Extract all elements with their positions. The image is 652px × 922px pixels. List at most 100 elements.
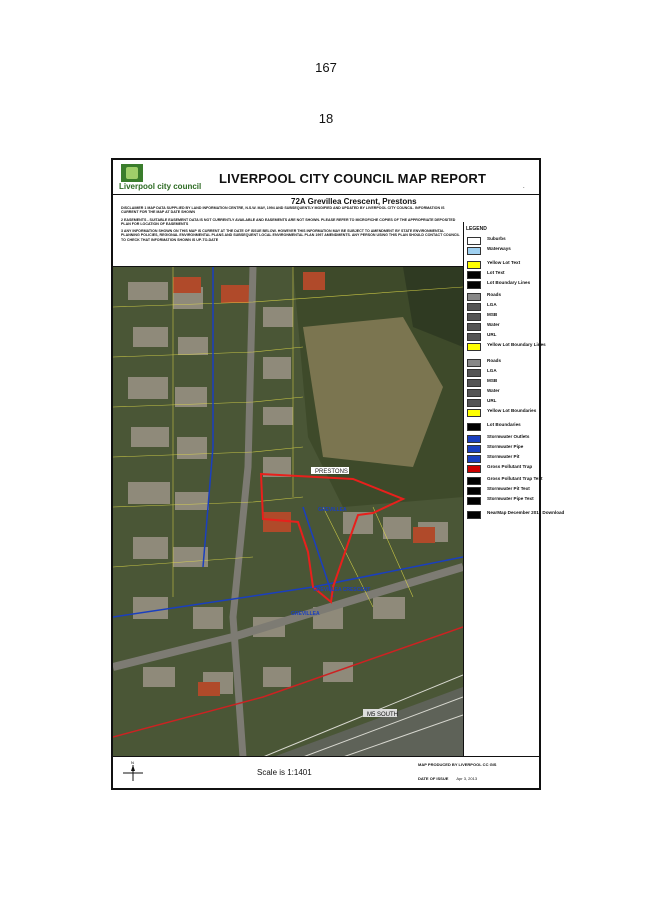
legend-label: Waterways bbox=[487, 246, 511, 251]
legend-label: MSB bbox=[487, 378, 498, 383]
legend-swatch bbox=[467, 379, 481, 387]
legend-swatch bbox=[467, 359, 481, 367]
legend-label: Stormwater Pipe bbox=[487, 444, 524, 449]
legend-item: Lot Text bbox=[467, 270, 539, 280]
legend-item: MSB bbox=[467, 378, 539, 388]
disclaimer-1: DISCLAIMER 1 MAP DATA SUPPLIED BY LAND I… bbox=[121, 206, 445, 215]
page-number: 167 bbox=[315, 60, 337, 75]
legend-item: Gross Pollutant Trap Text bbox=[467, 476, 543, 486]
legend-heading: LEGEND bbox=[466, 226, 487, 232]
legend-label: MSB bbox=[487, 312, 498, 317]
legend-swatch bbox=[467, 323, 481, 331]
legend-swatch bbox=[467, 293, 481, 301]
legend-item: NearMap December 2011 Download bbox=[467, 510, 564, 520]
report-title: LIVERPOOL CITY COUNCIL MAP REPORT bbox=[219, 171, 487, 186]
legend-swatch bbox=[467, 333, 481, 341]
legend-label: Lot Boundary Lines bbox=[487, 280, 531, 285]
legend-swatch bbox=[467, 465, 481, 473]
legend-label: Lot Text bbox=[487, 270, 505, 275]
north-arrow-icon: N bbox=[121, 760, 145, 785]
legend-swatch bbox=[467, 487, 481, 495]
legend-label: Stormwater Pipe Text bbox=[487, 496, 534, 501]
legend-item: Stormwater Pit bbox=[467, 454, 539, 464]
legend-item: Water bbox=[467, 322, 539, 332]
aerial-map[interactable]: PRESTONS GREVILLEA GREVILLEA CRESCENT GR… bbox=[113, 266, 464, 757]
disclaimer: DISCLAIMER 1 MAP DATA SUPPLIED BY LAND I… bbox=[121, 206, 461, 245]
produced-by: MAP PRODUCED BY LIVERPOOL CC GIS bbox=[418, 762, 497, 767]
legend-label: Yellow Lot Boundary Lines bbox=[487, 342, 546, 347]
legend-swatch bbox=[467, 281, 481, 289]
legend-item: Yellow Lot Text bbox=[467, 260, 539, 270]
legend-swatch bbox=[467, 399, 481, 407]
legend-label: Suburbs bbox=[487, 236, 506, 241]
legend-swatch bbox=[467, 423, 481, 431]
legend-panel: LEGEND Suburbs Waterways Yellow Lot Text Lo… bbox=[463, 222, 564, 756]
legend-label: Yellow Lot Boundaries bbox=[487, 408, 537, 413]
legend-swatch bbox=[467, 237, 481, 245]
legend-item: URL bbox=[467, 398, 539, 408]
legend-label: Stormwater Outlets bbox=[487, 434, 530, 439]
legend-item: Stormwater Pipe Text bbox=[467, 496, 539, 506]
legend-swatch bbox=[467, 455, 481, 463]
legend-item: Waterways bbox=[467, 246, 539, 256]
legend-item: MSB bbox=[467, 312, 539, 322]
legend-label: Yellow Lot Text bbox=[487, 260, 521, 265]
legend-swatch bbox=[467, 477, 481, 485]
map-scale: Scale is 1:1401 bbox=[257, 768, 312, 777]
suburb-label: PRESTONS bbox=[315, 469, 348, 475]
legend-label: Roads bbox=[487, 292, 502, 297]
legend-item: Roads bbox=[467, 358, 539, 368]
legend-item: Stormwater Pipe bbox=[467, 444, 539, 454]
aerial-map-image: PRESTONS GREVILLEA GREVILLEA CRESCENT GR… bbox=[113, 267, 463, 757]
legend-item: Gross Pollutant Trap bbox=[467, 464, 539, 474]
legend-label: LGA bbox=[487, 302, 497, 307]
legend-label: Roads bbox=[487, 358, 502, 363]
street-label: GREVILLEA bbox=[291, 611, 320, 617]
divider bbox=[113, 194, 539, 195]
legend-label: URL bbox=[487, 398, 497, 403]
legend-swatch bbox=[467, 389, 481, 397]
legend-label: LGA bbox=[487, 368, 497, 373]
date-of-issue: DATE OF ISSUE Apr 3, 2013 bbox=[418, 776, 478, 781]
legend-item: Roads bbox=[467, 292, 539, 302]
legend-label: NearMap December 2011 Download bbox=[487, 510, 565, 515]
legend-label: Water bbox=[487, 388, 500, 393]
legend-swatch bbox=[467, 409, 481, 417]
legend-item: LGA bbox=[467, 368, 539, 378]
header-dot: . bbox=[523, 184, 525, 190]
legend-swatch bbox=[467, 271, 481, 279]
legend-label: Gross Pollutant Trap bbox=[487, 464, 533, 469]
legend-item: URL bbox=[467, 332, 539, 342]
divider bbox=[113, 756, 539, 757]
svg-text:N: N bbox=[131, 761, 134, 765]
legend-swatch bbox=[467, 369, 481, 377]
legend-item: Lot Boundaries bbox=[467, 422, 539, 432]
motorway-label: M5 SOUTH bbox=[367, 712, 398, 718]
disclaimer-2: 2 EASEMENTS - SUITABLE EASEMENT DATA IS … bbox=[121, 217, 456, 226]
legend-label: Lot Boundaries bbox=[487, 422, 521, 427]
legend-item: LGA bbox=[467, 302, 539, 312]
disclaimer-3: 3 ANY INFORMATION SHOWN ON THIS MAP IS C… bbox=[121, 229, 460, 242]
legend-swatch bbox=[467, 343, 481, 351]
legend-label: Stormwater Pit Text bbox=[487, 486, 530, 491]
street-label: GREVILLEA bbox=[318, 507, 347, 513]
legend-swatch bbox=[467, 247, 481, 255]
legend-label: Stormwater Pit bbox=[487, 454, 520, 459]
legend-item: Stormwater Outlets bbox=[467, 434, 539, 444]
legend-item: Yellow Lot Boundary Lines bbox=[467, 342, 546, 352]
council-logo: Liverpool city council bbox=[119, 164, 201, 194]
legend-item: Yellow Lot Boundaries bbox=[467, 408, 539, 418]
legend-swatch bbox=[467, 445, 481, 453]
legend-item: Water bbox=[467, 388, 539, 398]
legend-label: Gross Pollutant Trap Text bbox=[487, 476, 543, 481]
legend-swatch bbox=[467, 435, 481, 443]
legend-item: Lot Boundary Lines bbox=[467, 280, 539, 290]
legend-swatch bbox=[467, 497, 481, 505]
legend-swatch bbox=[467, 303, 481, 311]
legend-swatch bbox=[467, 313, 481, 321]
legend-swatch bbox=[467, 511, 481, 519]
legend-label: Water bbox=[487, 322, 500, 327]
sub-page-number: 18 bbox=[318, 111, 334, 126]
legend-item: Stormwater Pit Text bbox=[467, 486, 539, 496]
legend-label: URL bbox=[487, 332, 497, 337]
